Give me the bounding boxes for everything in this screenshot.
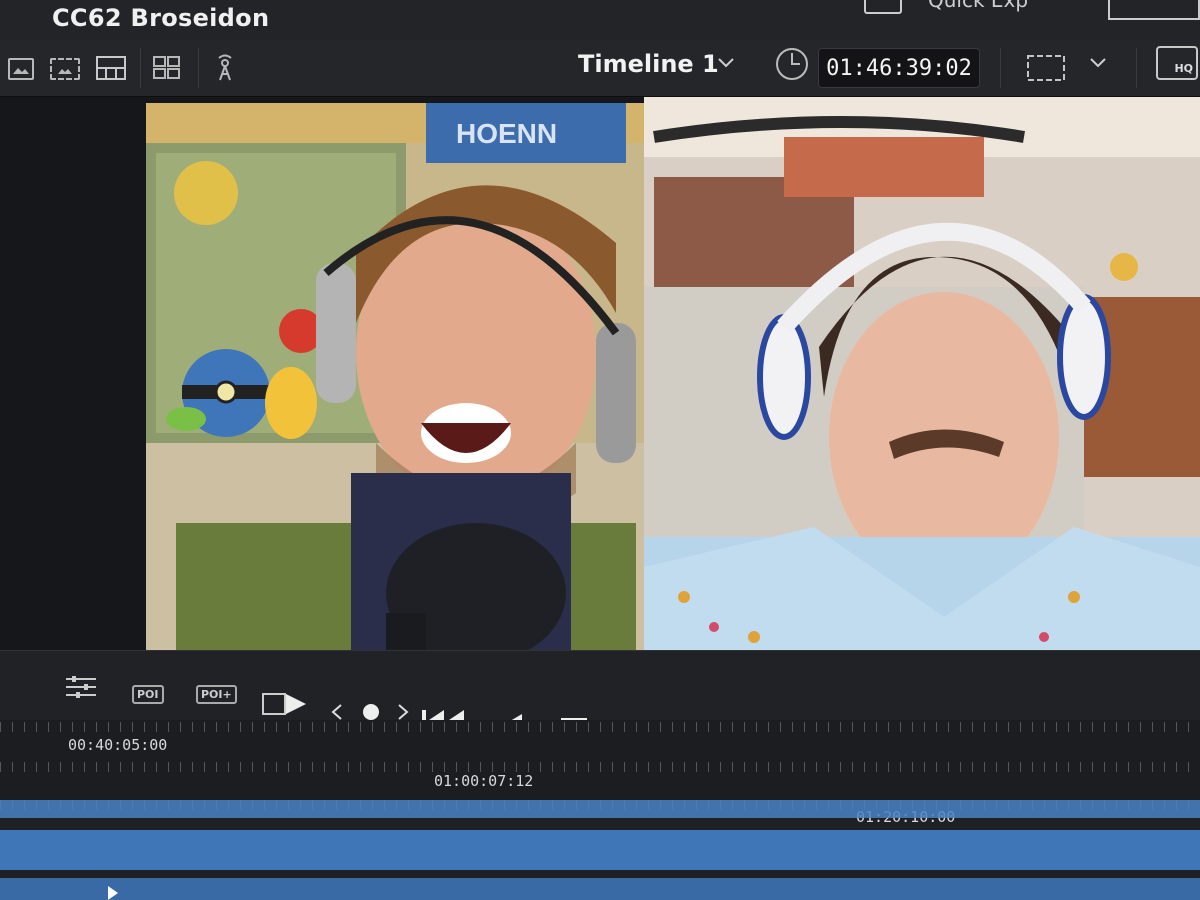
layout-icon[interactable]: [96, 56, 126, 80]
sliders-icon[interactable]: [64, 675, 98, 699]
toolbar-divider: [198, 48, 199, 88]
safe-area-icon[interactable]: [50, 58, 80, 80]
viewer-toolbar: Timeline 1 01:46:39:02 HQ: [0, 40, 1200, 97]
video-frame-right: [644, 97, 1200, 727]
timecode-display[interactable]: 01:46:39:02: [818, 48, 980, 88]
timeline-name[interactable]: Timeline 1: [578, 50, 719, 78]
top-right-panel-icon[interactable]: [1108, 0, 1200, 20]
ruler-ticks: [0, 762, 1200, 772]
window-icon[interactable]: [864, 0, 902, 14]
broadcast-icon[interactable]: [214, 54, 236, 82]
toolbar-divider: [140, 48, 141, 88]
title-bar: CC62 Broseidon Quick Exp: [0, 0, 1200, 41]
chevron-down-icon[interactable]: [1088, 52, 1108, 77]
video-frame-left: HOENN: [146, 103, 644, 691]
dot-icon[interactable]: [362, 703, 380, 721]
timeline-tracks[interactable]: 01:20:10:00: [0, 800, 1200, 900]
audio-track-clip[interactable]: [0, 878, 1200, 900]
fit-frame-icon[interactable]: [1026, 54, 1066, 82]
next-marker-icon[interactable]: [396, 703, 410, 721]
timeline-ruler[interactable]: 00:40:05:00 01:00:07:12: [0, 720, 1200, 800]
image-view-icon[interactable]: [8, 58, 34, 80]
transport-bar: POI POI+ 00: [0, 650, 1200, 788]
ruler-timecode: 01:00:07:12: [434, 772, 534, 790]
add-poi-icon[interactable]: POI+: [196, 685, 237, 704]
project-title: CC62 Broseidon: [52, 4, 270, 32]
grid-icon[interactable]: [153, 56, 181, 80]
ruler-ticks: [0, 722, 1200, 732]
right-participant-image: [644, 97, 1200, 727]
prev-marker-icon[interactable]: [330, 703, 344, 721]
hq-icon[interactable]: HQ: [1156, 46, 1198, 80]
chevron-down-icon[interactable]: [716, 52, 736, 77]
play-clip-icon[interactable]: [262, 691, 308, 717]
left-participant-image: HOENN: [146, 103, 644, 691]
toolbar-divider: [1000, 48, 1001, 88]
poster-text: HOENN: [456, 118, 557, 149]
quick-export-label[interactable]: Quick Exp: [928, 0, 1028, 12]
mouse-cursor-icon: [108, 886, 118, 900]
ruler-timecode: 00:40:05:00: [68, 736, 168, 754]
video-viewer[interactable]: HOENN: [0, 97, 1200, 727]
clock-icon[interactable]: [776, 48, 808, 80]
video-track-clip[interactable]: [0, 830, 1200, 870]
toolbar-divider: [1136, 48, 1137, 88]
poi-icon[interactable]: POI: [132, 685, 164, 704]
video-track-clip[interactable]: [0, 800, 1200, 818]
